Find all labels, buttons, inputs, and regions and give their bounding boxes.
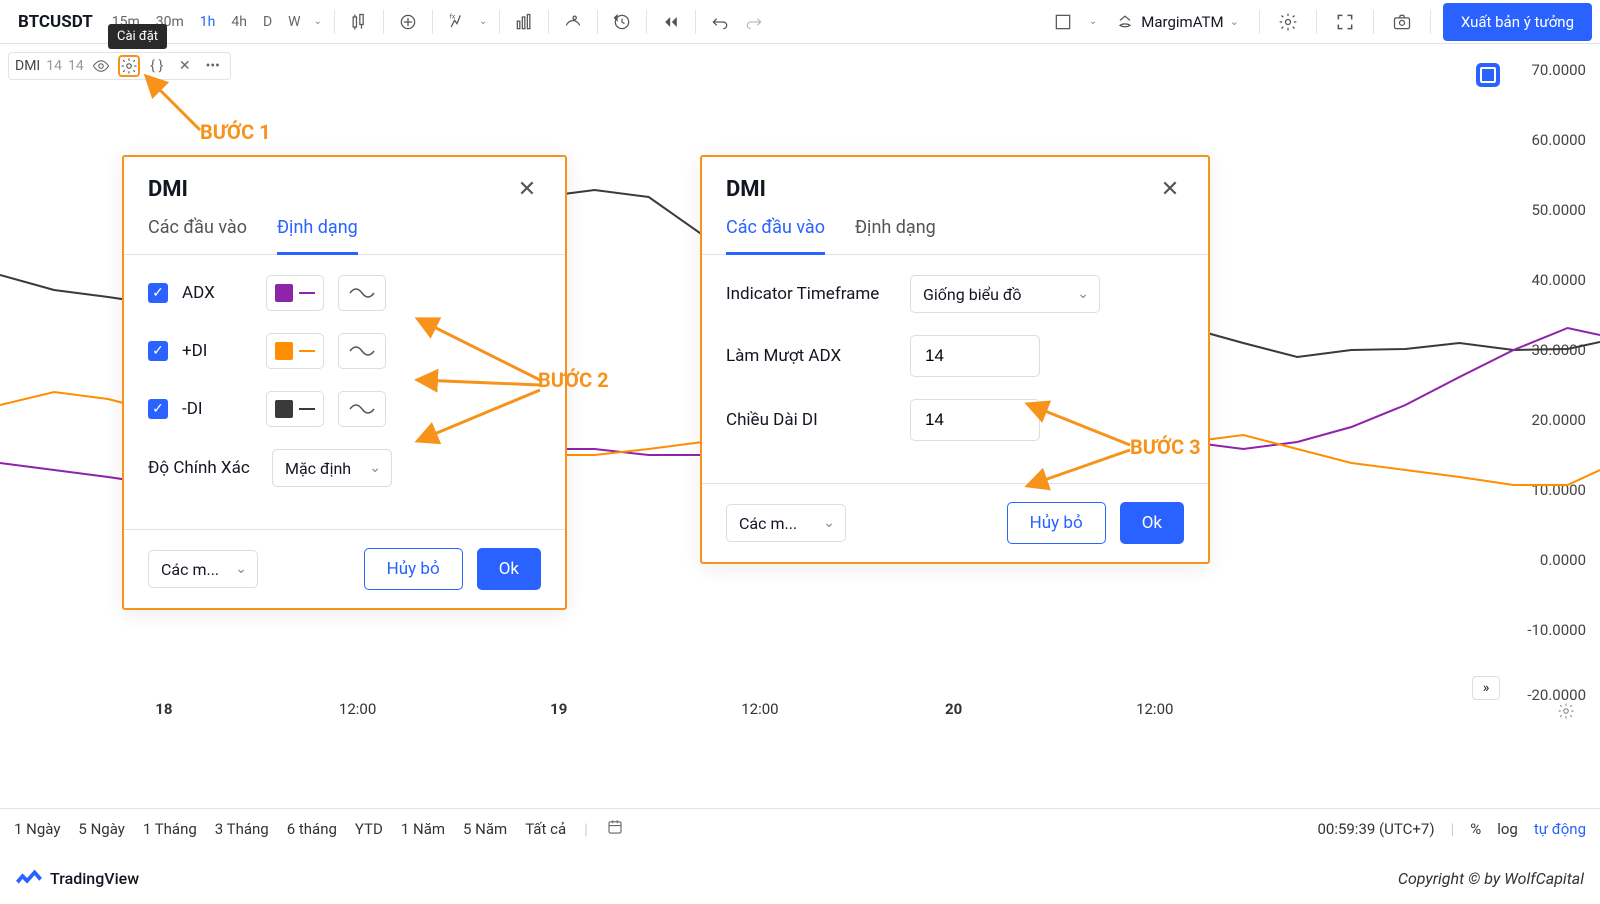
range-1m[interactable]: 1 Tháng <box>143 820 197 838</box>
tab-inputs[interactable]: Các đầu vào <box>726 217 825 255</box>
mdi-line-style[interactable] <box>338 391 386 427</box>
tradingview-logo-icon <box>16 869 42 887</box>
fullscreen-icon[interactable] <box>1329 6 1361 38</box>
pdi-color-swatch[interactable] <box>266 333 324 369</box>
adx-checkbox[interactable]: ✓ <box>148 283 168 303</box>
cancel-button[interactable]: Hủy bỏ <box>1007 502 1106 544</box>
tf-4h[interactable]: 4h <box>224 10 254 34</box>
clock[interactable]: 00:59:39 (UTC+7) <box>1317 820 1434 838</box>
ok-button[interactable]: Ok <box>1120 502 1184 544</box>
tab-inputs[interactable]: Các đầu vào <box>148 217 247 254</box>
top-toolbar: BTCUSDT 15m 30m 1h 4h D W ⌄ fx ⌄ ⌄ Margi… <box>0 0 1600 44</box>
candles-icon[interactable] <box>343 6 375 38</box>
indicators-more[interactable]: ⌄ <box>475 16 491 27</box>
step1-label: BƯỚC 1 <box>200 120 271 144</box>
range-1y[interactable]: 1 Năm <box>401 820 445 838</box>
indicator-name: DMI <box>15 58 40 74</box>
close-icon[interactable]: ✕ <box>513 175 541 203</box>
di-len-input[interactable] <box>910 399 1040 441</box>
settings-icon[interactable] <box>1272 6 1304 38</box>
tab-style[interactable]: Định dạng <box>277 217 358 255</box>
replay-icon[interactable] <box>606 6 638 38</box>
compare-icon[interactable] <box>392 6 424 38</box>
range-5d[interactable]: 5 Ngày <box>78 820 124 838</box>
range-all[interactable]: Tất cả <box>525 820 566 838</box>
layout-icon[interactable] <box>1047 6 1079 38</box>
layout-more[interactable]: ⌄ <box>1085 16 1101 27</box>
footer: TradingView Copyright © by WolfCapital <box>0 852 1600 904</box>
adx-smooth-input[interactable] <box>910 335 1040 377</box>
account-button[interactable]: MargimATM ⌄ <box>1107 8 1247 36</box>
adx-label: ADX <box>182 283 252 303</box>
pdi-checkbox[interactable]: ✓ <box>148 341 168 361</box>
dmi-style-dialog: DMI ✕ Các đầu vào Định dạng ✓ ADX ✓ +DI … <box>122 155 567 610</box>
step3-label: BƯỚC 3 <box>1130 435 1201 459</box>
indicator-param2: 14 <box>68 58 84 74</box>
mdi-label: -DI <box>182 399 252 419</box>
visibility-icon[interactable] <box>90 55 112 77</box>
range-ytd[interactable]: YTD <box>355 820 383 838</box>
more-icon[interactable]: ••• <box>202 55 224 77</box>
scale-auto[interactable]: tự động <box>1534 820 1586 838</box>
x-axis: 18 12:00 19 12:00 20 12:00 <box>0 700 1490 740</box>
range-1d[interactable]: 1 Ngày <box>14 820 60 838</box>
snapshot-icon[interactable] <box>1386 6 1418 38</box>
ok-button[interactable]: Ok <box>477 548 541 590</box>
range-5y[interactable]: 5 Năm <box>463 820 507 838</box>
dmi-inputs-dialog: DMI ✕ Các đầu vào Định dạng Indicator Ti… <box>700 155 1210 564</box>
cancel-button[interactable]: Hủy bỏ <box>364 548 463 590</box>
indicator-param1: 14 <box>46 58 62 74</box>
close-icon[interactable]: ✕ <box>1156 175 1184 203</box>
mdi-checkbox[interactable]: ✓ <box>148 399 168 419</box>
account-label: MargimATM <box>1141 13 1223 31</box>
presets-select[interactable]: Các m... <box>726 504 846 542</box>
di-len-label: Chiều Dài DI <box>726 410 896 430</box>
xaxis-settings-icon[interactable] <box>1557 702 1575 724</box>
range-bar: 1 Ngày 5 Ngày 1 Tháng 3 Tháng 6 tháng YT… <box>0 808 1600 848</box>
precision-select[interactable]: Mặc định <box>272 449 392 487</box>
range-6m[interactable]: 6 tháng <box>287 820 337 838</box>
indicators-icon[interactable]: fx <box>441 6 473 38</box>
tf-label: Indicator Timeframe <box>726 284 896 304</box>
indicator-legend: DMI 14 14 { } ✕ ••• <box>8 52 231 80</box>
scale-pct[interactable]: % <box>1470 820 1481 838</box>
close-indicator-icon[interactable]: ✕ <box>174 55 196 77</box>
indicator-settings-icon[interactable] <box>118 55 140 77</box>
undo-icon[interactable] <box>704 6 736 38</box>
step2-label: BƯỚC 2 <box>538 368 609 392</box>
mdi-color-swatch[interactable] <box>266 391 324 427</box>
copyright: Copyright © by WolfCapital <box>1398 869 1584 888</box>
tf-w[interactable]: W <box>281 10 307 34</box>
publish-button[interactable]: Xuất bản ý tưởng <box>1443 3 1592 41</box>
precision-label: Độ Chính Xác <box>148 458 258 478</box>
scale-log[interactable]: log <box>1497 820 1518 838</box>
rewind-icon[interactable] <box>655 6 687 38</box>
pdi-line-style[interactable] <box>338 333 386 369</box>
dialog-title: DMI <box>726 177 766 202</box>
tooltip: Cài đặt <box>108 24 167 49</box>
tf-select[interactable]: Giống biểu đồ <box>910 275 1100 313</box>
goto-date-icon[interactable] <box>606 818 624 840</box>
pdi-label: +DI <box>182 341 252 361</box>
range-3m[interactable]: 3 Tháng <box>215 820 269 838</box>
adx-smooth-label: Làm Mượt ADX <box>726 346 896 366</box>
dialog-title: DMI <box>148 177 188 202</box>
templates-icon[interactable] <box>508 6 540 38</box>
source-code-icon[interactable]: { } <box>146 55 168 77</box>
adx-line-style[interactable] <box>338 275 386 311</box>
tf-1h[interactable]: 1h <box>193 10 223 34</box>
alert-icon[interactable] <box>557 6 589 38</box>
adx-color-swatch[interactable] <box>266 275 324 311</box>
svg-text:fx: fx <box>449 12 455 20</box>
tab-style[interactable]: Định dạng <box>855 217 936 254</box>
presets-select[interactable]: Các m... <box>148 550 258 588</box>
symbol-label[interactable]: BTCUSDT <box>8 12 103 32</box>
tf-more[interactable]: ⌄ <box>310 16 326 27</box>
tf-d[interactable]: D <box>256 10 279 34</box>
redo-icon[interactable] <box>738 6 770 38</box>
